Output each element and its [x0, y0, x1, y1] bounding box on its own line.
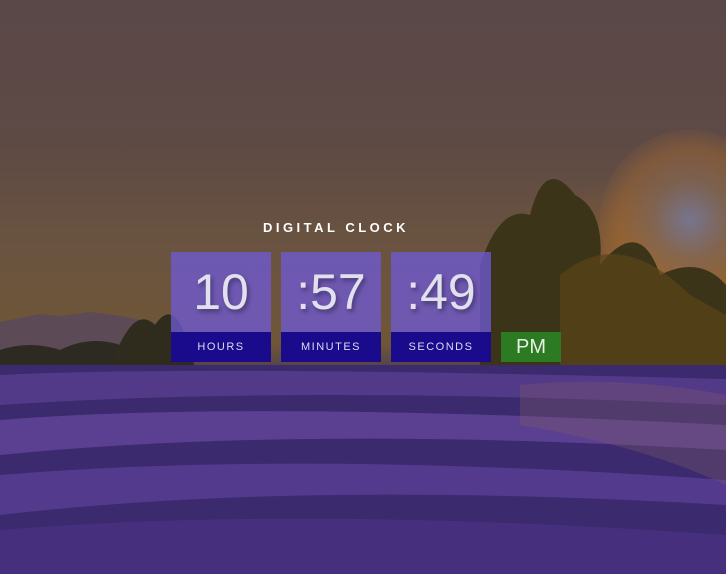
minutes-value: :57 [281, 252, 381, 332]
hours-label: HOURS [171, 332, 271, 362]
clock-title: DIGITAL CLOCK [262, 220, 410, 235]
am-pm-indicator: PM [501, 332, 561, 362]
lavender-field [0, 365, 726, 574]
background-scene: DIGITAL CLOCK 10 HOURS :57 MINUTES :49 S… [0, 0, 726, 574]
hours-unit: 10 HOURS [171, 252, 271, 362]
minutes-label: MINUTES [281, 332, 381, 362]
seconds-value: :49 [391, 252, 491, 332]
minutes-unit: :57 MINUTES [281, 252, 381, 362]
seconds-label: SECONDS [391, 332, 491, 362]
hours-value: 10 [171, 252, 271, 332]
seconds-unit: :49 SECONDS [391, 252, 491, 362]
